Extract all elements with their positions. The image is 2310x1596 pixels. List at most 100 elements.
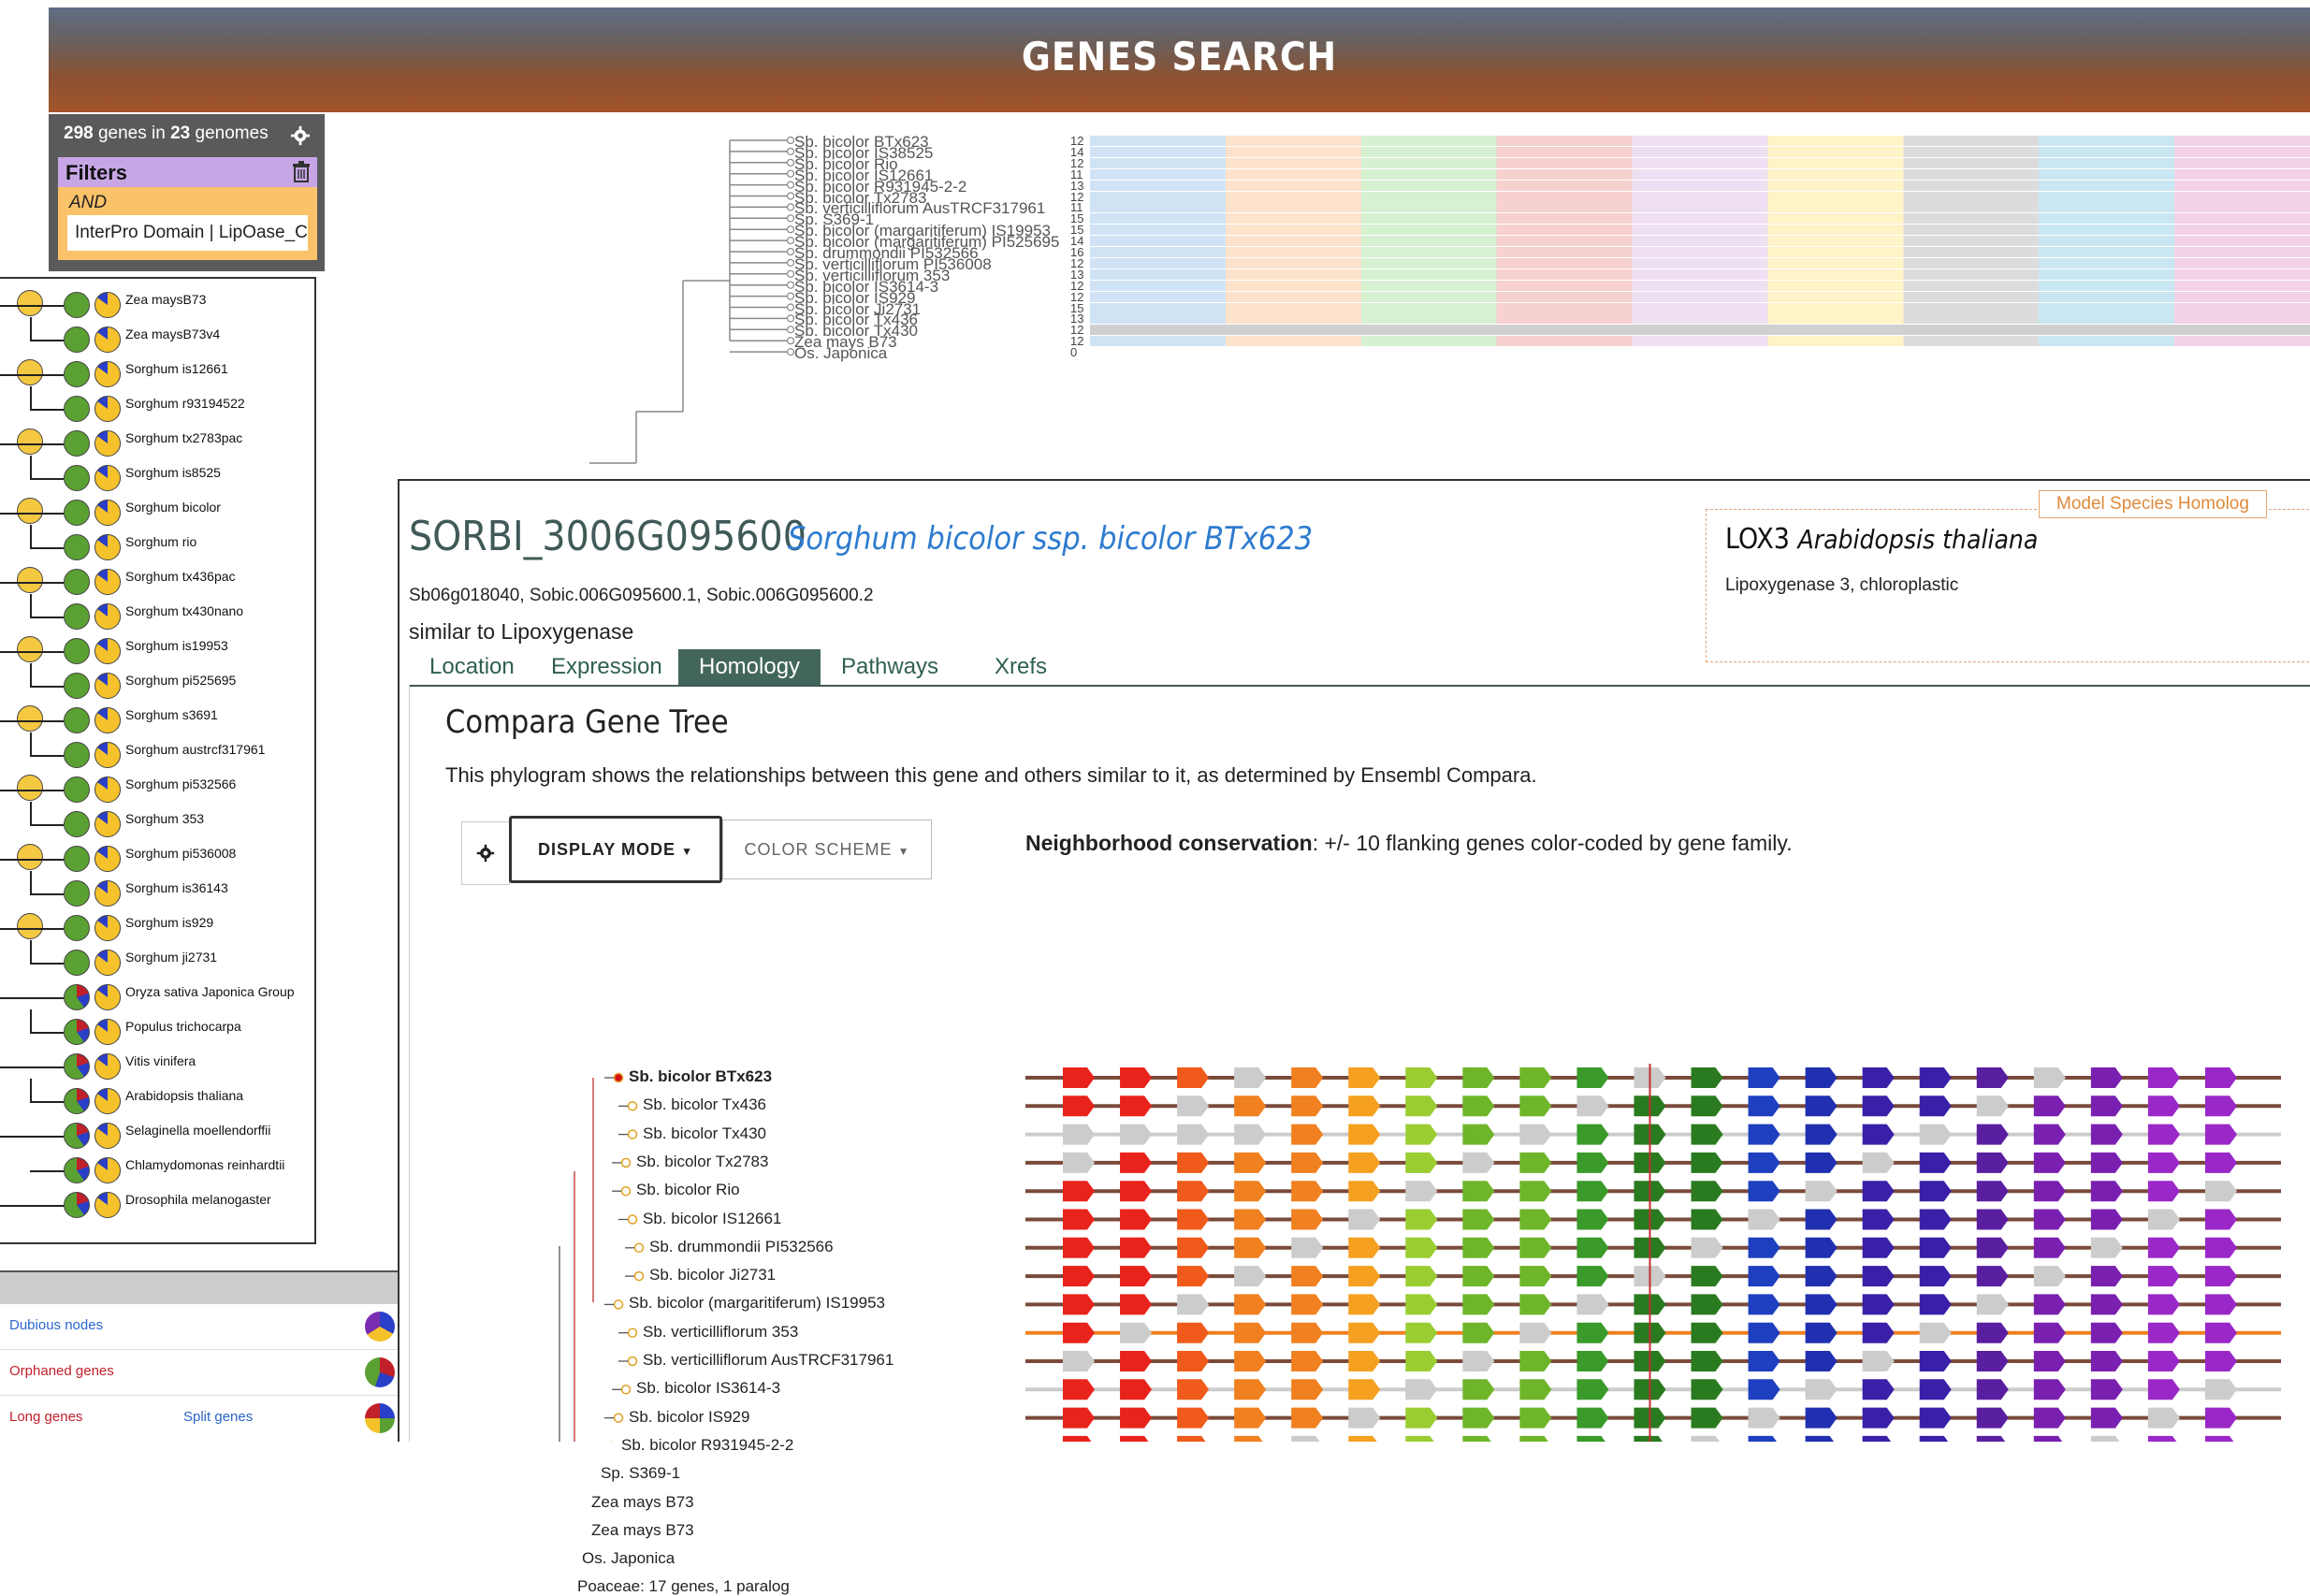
neighbor-gene-arrow[interactable] [1063,1095,1095,1117]
species-row[interactable]: Sorghum ji2731 [0,940,314,978]
neighbor-gene-arrow[interactable] [1348,1407,1381,1429]
species-gene-pie-icon[interactable] [94,292,121,318]
species-gene-pie-icon[interactable] [94,776,121,803]
neighbor-gene-arrow[interactable] [2147,1322,2180,1343]
neighbor-gene-arrow[interactable] [1576,1067,1609,1088]
species-node-pie-icon[interactable] [64,396,90,422]
neighbor-gene-arrow[interactable] [1748,1124,1780,1145]
msa-tree-node[interactable] [786,203,795,211]
species-node-pie-icon[interactable] [64,534,90,560]
neighbor-gene-arrow[interactable] [1691,1407,1723,1429]
neighbor-gene-arrow[interactable] [1805,1266,1838,1287]
gene-tree-leaf-label[interactable]: Os. Japonica [582,1549,675,1568]
settings-gear-icon[interactable] [290,125,311,146]
neighbor-gene-arrow[interactable] [1234,1067,1267,1088]
neighbor-gene-arrow[interactable] [1120,1379,1153,1400]
neighbor-gene-arrow[interactable] [1462,1152,1495,1173]
neighbor-gene-arrow[interactable] [1976,1124,2009,1145]
neighbor-gene-arrow[interactable] [1691,1379,1723,1400]
neighbor-gene-arrow[interactable] [1348,1435,1380,1442]
species-gene-pie-icon[interactable] [94,1088,121,1114]
neighbor-gene-arrow[interactable] [1862,1379,1895,1400]
neighbor-gene-arrow[interactable] [1177,1294,1210,1315]
species-gene-pie-icon[interactable] [94,361,121,387]
species-gene-pie-icon[interactable] [94,1123,121,1149]
species-node-pie-icon[interactable] [64,1053,90,1080]
neighbor-gene-arrow[interactable] [1691,1095,1723,1117]
neighbor-gene-arrow[interactable] [1805,1351,1838,1371]
neighbor-gene-arrow[interactable] [1691,1266,1723,1287]
neighbor-gene-arrow[interactable] [2033,1095,2066,1117]
neighbor-gene-arrow[interactable] [2204,1266,2237,1287]
neighbor-gene-arrow[interactable] [1405,1152,1438,1173]
neighbor-gene-arrow[interactable] [1348,1379,1381,1400]
species-row[interactable]: Sorghum is12661 [0,355,314,389]
msa-tree-node[interactable] [786,303,795,312]
neighbor-gene-arrow[interactable] [1291,1379,1324,1400]
neighbor-gene-arrow[interactable] [1120,1209,1153,1230]
neighbor-gene-arrow[interactable] [1234,1124,1267,1145]
neighbor-gene-arrow[interactable] [1234,1322,1267,1343]
species-node-pie-icon[interactable] [64,603,90,630]
neighbor-gene-arrow[interactable] [1405,1351,1438,1371]
neighbor-gene-arrow[interactable] [1462,1379,1495,1400]
species-row[interactable]: Sorghum austrcf317961 [0,733,314,770]
neighbor-gene-arrow[interactable] [2147,1266,2180,1287]
species-row[interactable]: Sorghum pi525695 [0,663,314,701]
neighbor-gene-arrow[interactable] [2090,1209,2123,1230]
neighbor-gene-arrow[interactable] [1691,1209,1723,1230]
neighbor-gene-arrow[interactable] [1862,1095,1895,1117]
species-node-pie-icon[interactable] [64,846,90,872]
neighbor-gene-arrow[interactable] [1805,1152,1838,1173]
species-row[interactable]: Sorghum bicolor [0,494,314,528]
species-node-pie-icon[interactable] [64,430,90,457]
species-node-pie-icon[interactable] [64,1157,90,1183]
neighbor-gene-arrow[interactable] [1576,1407,1609,1429]
neighbor-gene-arrow[interactable] [1519,1407,1552,1429]
species-row[interactable]: Vitis vinifera [0,1048,314,1081]
neighbor-gene-arrow[interactable] [2147,1209,2180,1230]
neighbor-gene-arrow[interactable] [1462,1294,1495,1315]
neighbor-gene-arrow[interactable] [2147,1351,2180,1371]
neighbor-gene-arrow[interactable] [1805,1407,1838,1429]
neighbor-gene-arrow[interactable] [2147,1407,2180,1429]
neighbor-gene-arrow[interactable] [1576,1181,1609,1202]
neighbor-gene-arrow[interactable] [1748,1237,1780,1258]
neighbor-gene-arrow[interactable] [1519,1152,1552,1173]
neighbor-gene-arrow[interactable] [2033,1322,2066,1343]
neighbor-gene-arrow[interactable] [1462,1181,1495,1202]
msa-tree-node[interactable] [786,281,795,289]
species-node-pie-icon[interactable] [64,1192,90,1218]
species-gene-pie-icon[interactable] [94,811,121,837]
interpro-filter-chip[interactable]: InterPro Domain | LipOase_C [67,215,308,251]
gene-tree-leaf-node[interactable] [613,1413,624,1423]
neighbor-gene-arrow[interactable] [1462,1407,1495,1429]
species-row[interactable]: Drosophila melanogaster [0,1186,314,1220]
species-gene-pie-icon[interactable] [94,915,121,941]
species-node-pie-icon[interactable] [64,984,90,1010]
gene-tree-leaf-label[interactable]: Sp. S369-1 [601,1464,680,1483]
msa-tree-node[interactable] [786,269,795,278]
species-gene-pie-icon[interactable] [94,1019,121,1045]
neighbor-gene-arrow[interactable] [1576,1152,1609,1173]
species-node-pie-icon[interactable] [64,1123,90,1149]
gene-tree-leaf-node[interactable] [627,1101,638,1111]
neighbor-gene-arrow[interactable] [1976,1266,2009,1287]
neighbor-gene-arrow[interactable] [1519,1322,1552,1343]
neighbor-gene-arrow[interactable] [2033,1237,2066,1258]
species-node-pie-icon[interactable] [64,292,90,318]
species-gene-pie-icon[interactable] [94,534,121,560]
neighbor-gene-arrow[interactable] [1120,1181,1153,1202]
species-node-pie-icon[interactable] [17,498,43,524]
neighbor-gene-arrow[interactable] [2147,1435,2180,1442]
species-gene-pie-icon[interactable] [94,1157,121,1183]
neighbor-gene-arrow[interactable] [1691,1237,1723,1258]
species-row[interactable]: Sorghum pi532566 [0,771,314,805]
neighbor-gene-arrow[interactable] [1234,1294,1267,1315]
neighbor-gene-arrow[interactable] [1576,1294,1609,1315]
neighbor-gene-arrow[interactable] [1291,1294,1324,1315]
neighbor-gene-arrow[interactable] [1976,1407,2009,1429]
gene-tree-leaf-node[interactable] [627,1328,638,1338]
neighbor-gene-arrow[interactable] [2147,1095,2180,1117]
neighbor-gene-arrow[interactable] [1234,1407,1267,1429]
